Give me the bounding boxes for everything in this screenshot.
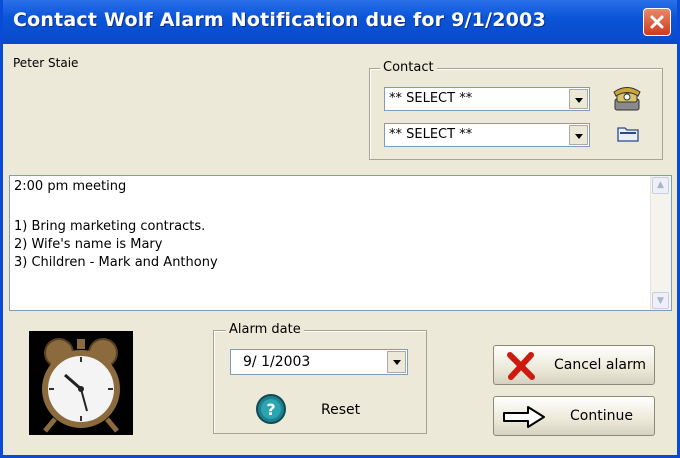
window-title: Contact Wolf Alarm Notification due for … (13, 9, 546, 31)
alarm-date-value: 9/ 1/2003 (243, 354, 311, 370)
alarm-clock-image (29, 331, 133, 435)
alarm-notification-window: Contact Wolf Alarm Notification due for … (0, 0, 680, 458)
title-bar[interactable]: Contact Wolf Alarm Notification due for … (3, 0, 677, 44)
close-icon (650, 15, 664, 29)
scroll-down-button[interactable]: ▼ (652, 292, 669, 309)
red-x-icon (507, 352, 535, 380)
contact-name: Peter Staie (13, 56, 79, 70)
alarm-date-picker[interactable]: 9/ 1/2003 (230, 349, 408, 375)
contact-group-legend: Contact (380, 60, 437, 75)
scroll-up-button[interactable]: ▲ (652, 177, 669, 194)
contact-select-2[interactable]: ** SELECT ** (384, 123, 590, 147)
continue-button[interactable]: Continue (493, 396, 655, 436)
contact-select-2-value: ** SELECT ** (389, 127, 473, 142)
phone-icon[interactable] (611, 83, 643, 113)
right-arrow-icon (503, 406, 545, 428)
cancel-alarm-button[interactable]: Cancel alarm (493, 345, 655, 385)
notes-line: 2) Wife's name is Mary (14, 237, 163, 252)
cancel-alarm-label: Cancel alarm (554, 357, 647, 373)
alarm-date-legend: Alarm date (226, 322, 304, 337)
notes-line: 3) Children - Mark and Anthony (14, 255, 218, 270)
chevron-down-icon[interactable] (569, 89, 588, 109)
reset-button[interactable]: Reset (321, 402, 360, 418)
svg-text:?: ? (266, 400, 275, 419)
close-button[interactable] (643, 8, 671, 36)
alarm-date-group: Alarm date 9/ 1/2003 (213, 322, 427, 434)
contact-group: Contact ** SELECT ** ** SELECT ** (369, 60, 663, 160)
contact-select-1-value: ** SELECT ** (389, 91, 473, 106)
folder-icon[interactable] (617, 125, 639, 143)
chevron-down-icon[interactable] (569, 125, 588, 145)
chevron-down-icon[interactable] (387, 351, 406, 373)
contact-select-1[interactable]: ** SELECT ** (384, 87, 590, 111)
alarm-clock-icon (42, 338, 120, 433)
notes-scrollbar[interactable]: ▲ ▼ (650, 176, 671, 310)
help-icon[interactable]: ? (255, 393, 287, 425)
notes-line: 2:00 pm meeting (14, 179, 127, 194)
notes-line: 1) Bring marketing contracts. (14, 219, 206, 234)
continue-label: Continue (570, 408, 633, 424)
notes-textarea[interactable]: 2:00 pm meeting 1) Bring marketing contr… (9, 175, 672, 311)
